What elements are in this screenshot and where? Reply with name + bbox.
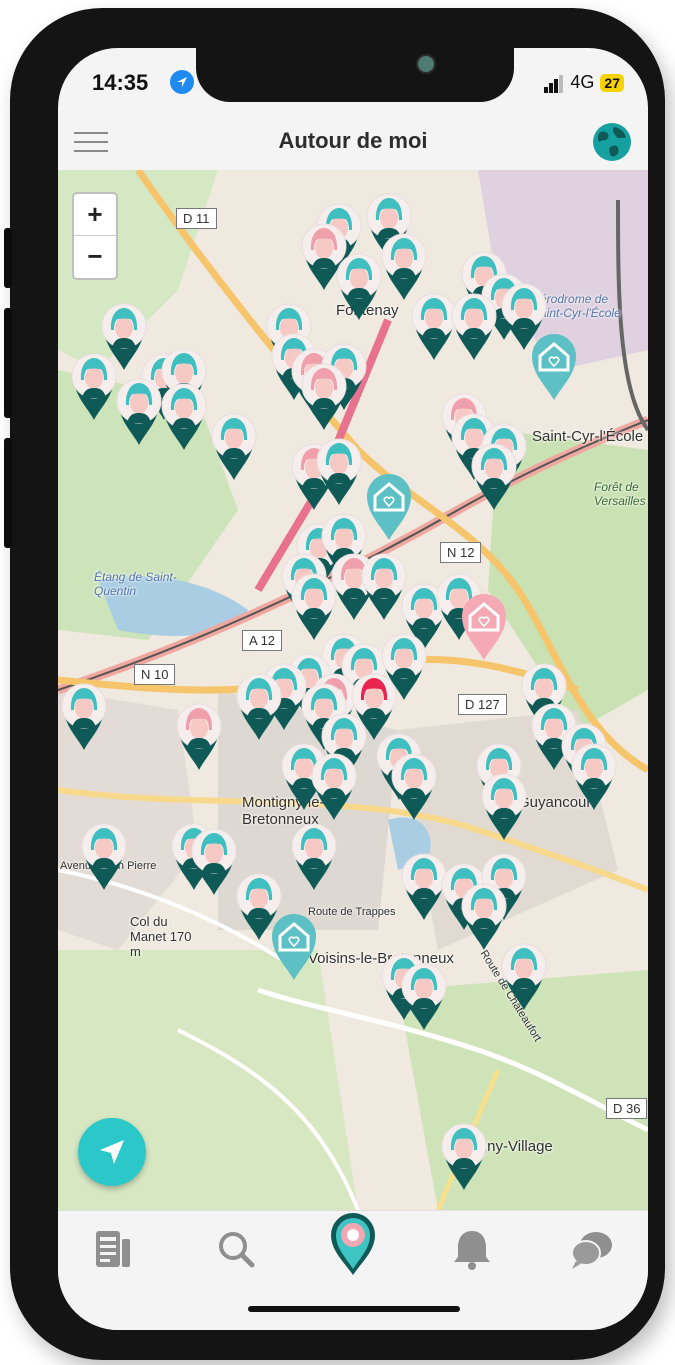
notch	[196, 48, 514, 102]
house-pin-icon[interactable]	[528, 330, 580, 402]
zoom-control: + −	[72, 192, 118, 280]
road-label: N 12	[440, 542, 482, 563]
road-label: D 11	[176, 208, 217, 229]
app-header: Autour de moi	[58, 116, 648, 170]
member-pin-icon[interactable]	[388, 750, 440, 822]
member-pin-icon[interactable]	[438, 1120, 490, 1192]
home-indicator	[248, 1306, 460, 1312]
front-camera	[416, 54, 436, 74]
mute-switch	[4, 228, 12, 288]
member-pin-icon[interactable]	[58, 680, 110, 752]
member-pin-icon[interactable]	[233, 670, 285, 742]
member-pin-icon[interactable]	[448, 290, 500, 362]
bell-icon[interactable]	[442, 1225, 502, 1273]
tab-bar	[58, 1210, 648, 1330]
member-pin-icon[interactable]	[298, 360, 350, 432]
place-label: Forêt de Versailles	[594, 480, 646, 508]
globe-icon[interactable]	[592, 122, 632, 162]
place-label: Route de Trappes	[308, 906, 396, 918]
recenter-button[interactable]	[78, 1118, 146, 1186]
status-time: 14:35	[92, 70, 149, 95]
place-label: Étang de Saint-Quentin	[94, 570, 177, 598]
member-pin-icon[interactable]	[468, 440, 520, 512]
road-label: A 12	[242, 630, 283, 651]
page-title: Autour de moi	[278, 128, 428, 153]
volume-down-button	[4, 438, 12, 548]
map-pin-icon[interactable]	[323, 1213, 383, 1277]
road-label: D 36	[606, 1098, 648, 1119]
navigation-arrow-icon	[100, 1140, 124, 1164]
member-pin-icon[interactable]	[208, 410, 260, 482]
status-indicators: 4G 27	[544, 72, 624, 93]
news-icon[interactable]	[84, 1225, 144, 1273]
signal-icon	[544, 72, 564, 93]
member-pin-icon[interactable]	[498, 940, 550, 1012]
member-pin-icon[interactable]	[313, 435, 365, 507]
zoom-in-button[interactable]: +	[74, 194, 116, 236]
member-pin-icon[interactable]	[78, 820, 130, 892]
road-label: N 10	[134, 664, 176, 685]
member-pin-icon[interactable]	[568, 740, 620, 812]
search-icon[interactable]	[206, 1225, 266, 1273]
member-pin-icon[interactable]	[478, 770, 530, 842]
zoom-out-button[interactable]: −	[74, 236, 116, 277]
phone-screen: 14:35 4G 27 Autour de moi + − D 11 N 12 …	[58, 48, 648, 1330]
place-label: Col du Manet 170 m	[130, 914, 192, 959]
house-pin-icon[interactable]	[268, 910, 320, 982]
location-arrow-icon	[170, 70, 194, 94]
chat-icon[interactable]	[562, 1225, 622, 1273]
house-pin-icon[interactable]	[363, 470, 415, 542]
member-pin-icon[interactable]	[158, 380, 210, 452]
map-view[interactable]: + − D 11 N 12 A 12 N 10 D 127 D 36 Fonte…	[58, 170, 648, 1210]
house-pin-pink-icon[interactable]	[458, 590, 510, 662]
place-label: Saint-Cyr-l'École	[532, 428, 644, 445]
volume-up-button	[4, 308, 12, 418]
member-pin-icon[interactable]	[308, 750, 360, 822]
road-label: D 127	[458, 694, 507, 715]
member-pin-icon[interactable]	[398, 960, 450, 1032]
member-pin-icon[interactable]	[288, 820, 340, 892]
network-label: 4G	[570, 72, 595, 92]
battery-level: 27	[600, 73, 624, 92]
member-pin-icon[interactable]	[173, 700, 225, 772]
